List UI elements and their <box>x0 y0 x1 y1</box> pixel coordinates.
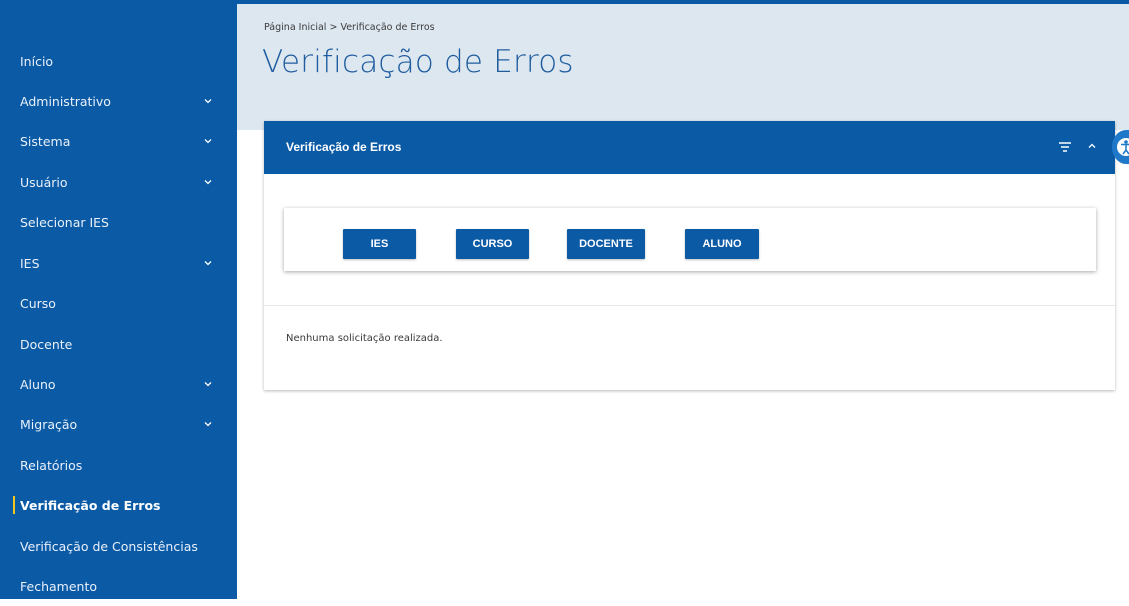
sidebar-item-usuario[interactable]: Usuário <box>0 162 237 202</box>
sidebar-item-label: Relatórios <box>20 457 83 473</box>
action-buttons-panel: IES CURSO DOCENTE ALUNO <box>284 208 1096 271</box>
sidebar-item-verificacao-de-erros[interactable]: Verificação de Erros <box>0 485 237 525</box>
sidebar-item-fechamento[interactable]: Fechamento <box>0 566 237 606</box>
sidebar-item-aluno[interactable]: Aluno <box>0 364 237 404</box>
page-title: Verificação de Erros <box>262 44 574 80</box>
sidebar-item-label: Usuário <box>20 174 68 190</box>
sidebar-item-docente[interactable]: Docente <box>0 324 237 364</box>
chevron-up-icon[interactable] <box>1086 139 1098 151</box>
sidebar-item-label: Sistema <box>20 133 71 149</box>
sidebar: Início Administrativo Sistema Usuário Se… <box>0 4 237 599</box>
empty-state-message: Nenhuma solicitação realizada. <box>286 333 443 344</box>
accessibility-icon[interactable] <box>1112 130 1129 164</box>
sidebar-item-sistema[interactable]: Sistema <box>0 121 237 161</box>
sidebar-item-label: Migração <box>20 416 78 432</box>
sidebar-item-label: Curso <box>20 295 56 311</box>
breadcrumb[interactable]: Página Inicial > Verificação de Erros <box>264 22 435 33</box>
chevron-down-icon <box>204 121 212 161</box>
sidebar-item-label: Fechamento <box>20 578 97 594</box>
sidebar-item-inicio[interactable]: Início <box>0 41 237 81</box>
sidebar-item-migracao[interactable]: Migração <box>0 404 237 444</box>
chevron-down-icon <box>204 404 212 444</box>
sidebar-item-label: Início <box>20 53 54 69</box>
sidebar-item-administrativo[interactable]: Administrativo <box>0 81 237 121</box>
card-title: Verificação de Erros <box>286 140 402 154</box>
active-indicator <box>13 496 15 514</box>
sidebar-item-selecionar-ies[interactable]: Selecionar IES <box>0 202 237 242</box>
divider <box>264 305 1115 306</box>
sidebar-item-ies[interactable]: IES <box>0 243 237 283</box>
sidebar-item-label: Administrativo <box>20 93 111 109</box>
sidebar-item-label: Docente <box>20 336 73 352</box>
chevron-down-icon <box>204 81 212 121</box>
chevron-down-icon <box>204 243 212 283</box>
ies-button[interactable]: IES <box>343 229 416 259</box>
sidebar-item-curso[interactable]: Curso <box>0 283 237 323</box>
sidebar-item-label: Verificação de Erros <box>20 497 161 513</box>
card-header: Verificação de Erros <box>264 121 1129 174</box>
sidebar-item-label: IES <box>20 255 40 271</box>
sidebar-item-label: Selecionar IES <box>20 214 109 230</box>
aluno-button[interactable]: ALUNO <box>685 229 759 259</box>
sidebar-item-label: Aluno <box>20 376 56 392</box>
docente-button[interactable]: DOCENTE <box>567 229 645 259</box>
chevron-down-icon <box>204 364 212 404</box>
sidebar-item-verificacao-de-consistencias[interactable]: Verificação de Consistências <box>0 526 237 566</box>
curso-button[interactable]: CURSO <box>456 229 529 259</box>
chevron-down-icon <box>204 162 212 202</box>
errors-card: Verificação de Erros IES CURSO DOCENTE A… <box>264 121 1129 390</box>
filter-icon[interactable] <box>1058 140 1072 154</box>
sidebar-item-relatorios[interactable]: Relatórios <box>0 445 237 485</box>
sidebar-item-label: Verificação de Consistências <box>20 538 198 554</box>
